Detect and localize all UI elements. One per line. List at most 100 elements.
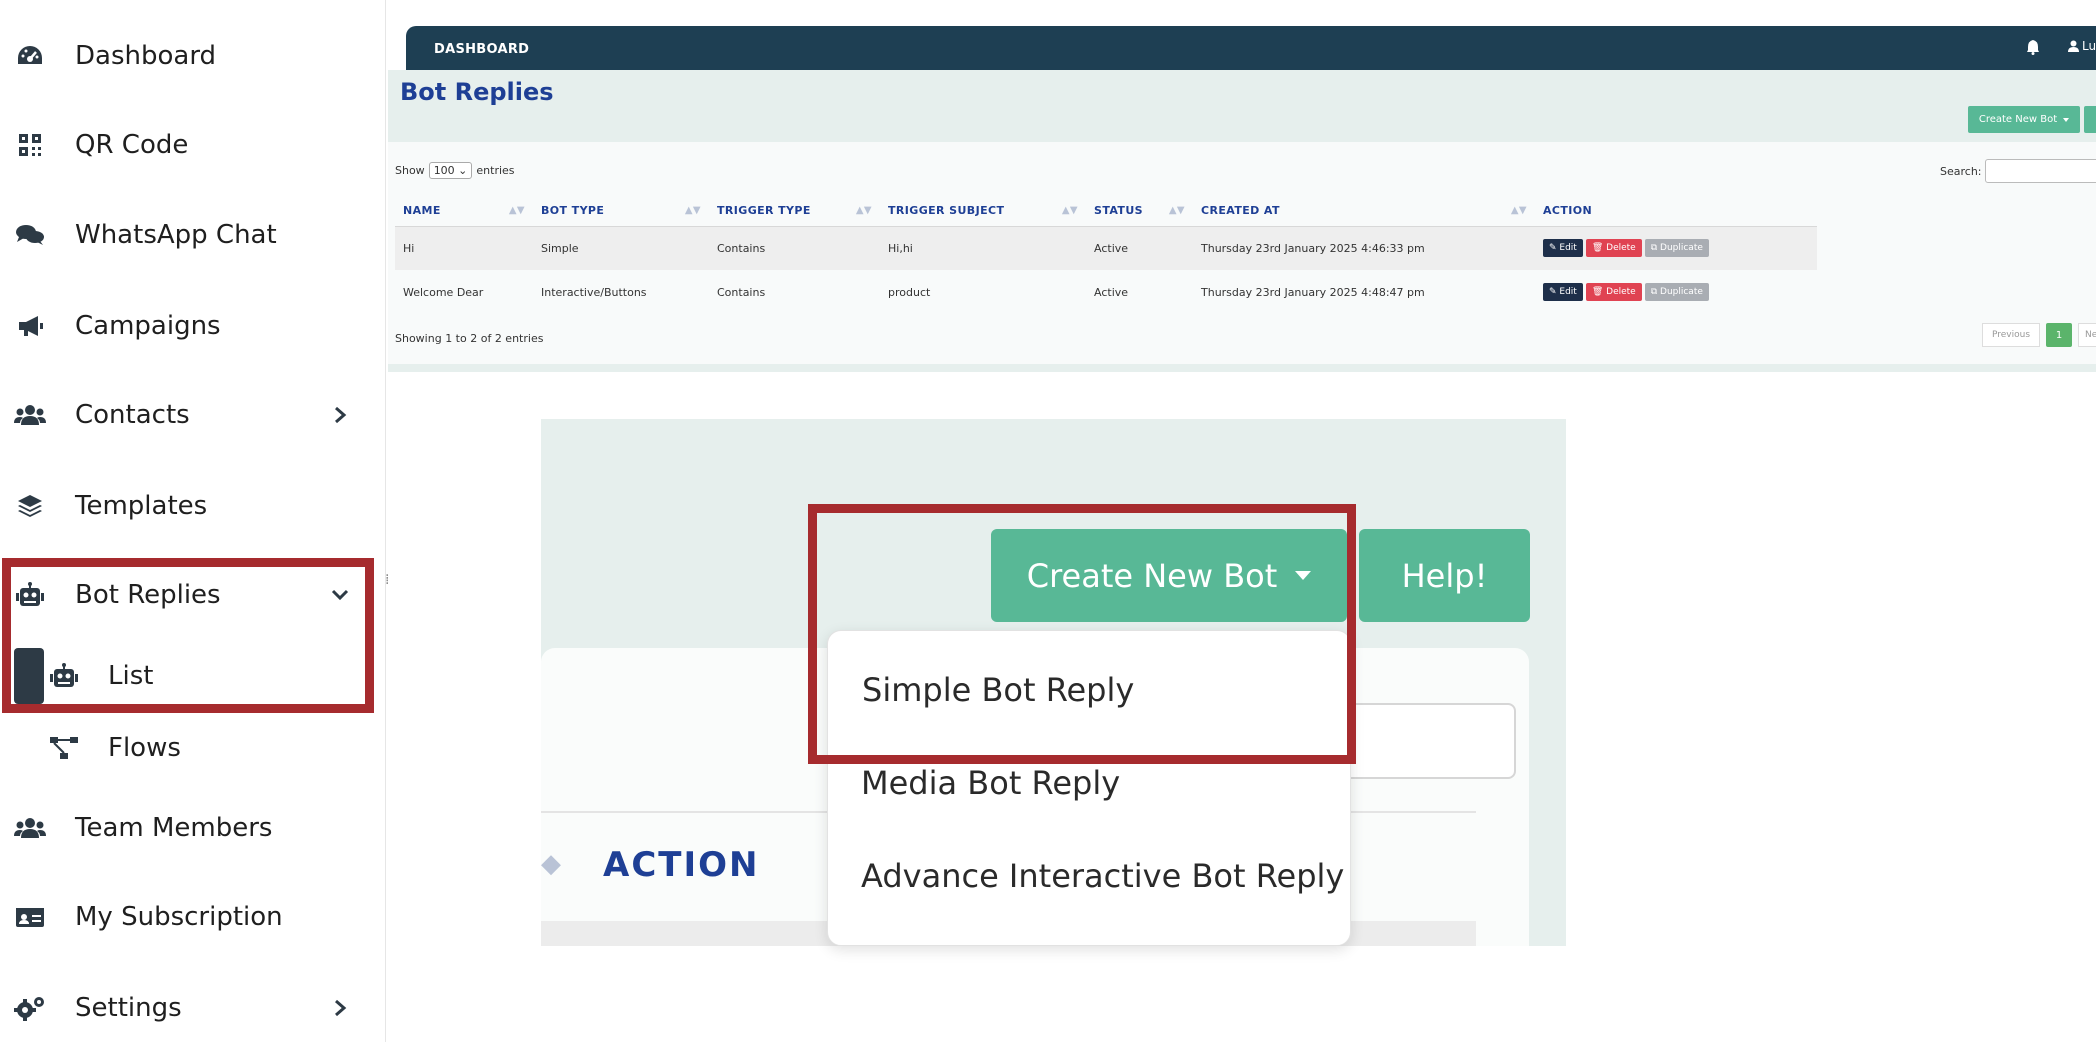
sidebar-collapse-handle[interactable]: ⁞ xyxy=(385,572,391,592)
sidebar-item-campaigns[interactable]: Campaigns xyxy=(0,296,386,356)
delete-button[interactable]: 🗑 Delete xyxy=(1585,283,1642,301)
users-icon xyxy=(14,399,46,431)
duplicate-button[interactable]: ⧉ Duplicate xyxy=(1644,283,1709,301)
layers-icon xyxy=(14,490,46,522)
sort-icon: ▲▼ xyxy=(1168,205,1185,216)
edit-label: Edit xyxy=(1559,243,1577,254)
cogs-icon xyxy=(14,992,46,1024)
sidebar-item-contacts[interactable]: Contacts xyxy=(0,385,386,445)
bell-icon[interactable] xyxy=(2026,39,2042,55)
sidebar: Dashboard QR Code WhatsApp Chat Campaign… xyxy=(0,0,386,1042)
cell-actions: ✎ Edit 🗑 Delete ⧉ Duplicate xyxy=(1535,270,1817,314)
duplicate-label: Duplicate xyxy=(1660,243,1703,254)
panel-divider xyxy=(388,364,2096,372)
cell-status: Active xyxy=(1094,285,1129,299)
sidebar-item-qr-code[interactable]: QR Code xyxy=(0,115,386,175)
bullhorn-icon xyxy=(14,310,46,342)
sidebar-item-label: Contacts xyxy=(75,400,190,430)
entries-select-value: 100 xyxy=(433,164,455,177)
help-button-zoomed[interactable]: Help! xyxy=(1359,529,1530,622)
sidebar-item-label: Templates xyxy=(75,491,208,521)
tachometer-icon xyxy=(14,40,46,72)
column-header-label: TRIGGER SUBJECT xyxy=(888,204,1005,218)
cell-status: Active xyxy=(1086,226,1193,270)
pagination-next[interactable]: Ne xyxy=(2078,323,2096,347)
column-header[interactable]: NAME ▲▼ xyxy=(395,196,533,227)
table-row: Welcome Dear Interactive/Buttons Contain… xyxy=(395,270,1817,314)
chevron-right-icon xyxy=(330,405,350,425)
show-prefix: Show xyxy=(395,164,425,177)
delete-label: Delete xyxy=(1606,243,1636,254)
chevron-right-icon xyxy=(330,998,350,1018)
sidebar-item-label: QR Code xyxy=(75,130,189,160)
delete-label: Delete xyxy=(1606,287,1636,297)
show-suffix: entries xyxy=(476,164,515,177)
sort-icon: ◆ xyxy=(541,849,561,879)
cell-bot-type: Simple xyxy=(533,226,709,270)
menu-item-advance-interactive-bot-reply[interactable]: Advance Interactive Bot Reply xyxy=(861,857,1344,895)
table-info: Showing 1 to 2 of 2 entries xyxy=(395,332,544,345)
table-header-row: NAME ▲▼ BOT TYPE ▲▼ TRIGGER TYPE ▲▼ TRIGGER… xyxy=(395,196,1817,227)
sidebar-item-label: Campaigns xyxy=(75,311,221,341)
breadcrumb[interactable]: DASHBOARD xyxy=(434,42,529,57)
column-header-label: CREATED AT xyxy=(1201,204,1280,218)
entries-select[interactable]: 100 ⌄ xyxy=(428,162,473,179)
duplicate-button[interactable]: ⧉ Duplicate xyxy=(1644,239,1709,258)
sidebar-item-label: My Subscription xyxy=(75,902,283,932)
sort-icon: ▲▼ xyxy=(855,205,872,216)
column-header-label: ACTION xyxy=(1543,204,1593,218)
sidebar-item-my-subscription[interactable]: My Subscription xyxy=(0,887,386,947)
page-title: Bot Replies xyxy=(400,78,554,106)
edit-button[interactable]: ✎ Edit xyxy=(1543,239,1583,258)
sidebar-item-label: Team Members xyxy=(75,813,273,843)
table-row: Hi Simple Contains Hi,hi Active Thursday… xyxy=(395,226,1817,270)
sidebar-item-label: WhatsApp Chat xyxy=(75,220,277,250)
sitemap-icon xyxy=(48,732,80,764)
column-header[interactable]: STATUS ▲▼ xyxy=(1086,196,1193,227)
cell-trigger-subject: Hi,hi xyxy=(880,226,1086,270)
cell-created-at: Thursday 23rd January 2025 4:46:33 pm xyxy=(1193,226,1535,270)
sidebar-subitem-label: Flows xyxy=(108,733,181,763)
sidebar-item-settings[interactable]: Settings xyxy=(0,978,386,1038)
cell-trigger-type: Contains xyxy=(709,226,880,270)
column-header[interactable]: TRIGGER TYPE ▲▼ xyxy=(709,196,880,227)
sidebar-item-templates[interactable]: Templates xyxy=(0,476,386,536)
dropdown-highlight-box xyxy=(808,504,1356,764)
column-header-label: STATUS xyxy=(1094,204,1143,218)
sidebar-highlight-box xyxy=(2,558,374,713)
sort-icon: ▲▼ xyxy=(684,205,701,216)
sidebar-item-label: Dashboard xyxy=(75,41,217,71)
sort-icon: ▲▼ xyxy=(508,205,525,216)
sidebar-item-dashboard[interactable]: Dashboard xyxy=(0,26,386,86)
zoom-action-header: ACTION xyxy=(603,845,760,885)
edit-label: Edit xyxy=(1559,287,1577,297)
sidebar-item-whatsapp-chat[interactable]: WhatsApp Chat xyxy=(0,205,386,265)
cell-trigger-type: Contains xyxy=(717,285,766,299)
edit-button[interactable]: ✎ Edit xyxy=(1543,283,1583,301)
create-new-bot-button[interactable]: Create New Bot xyxy=(1968,106,2080,133)
column-header: ACTION xyxy=(1535,196,1817,227)
sidebar-item-label: Settings xyxy=(75,993,182,1023)
duplicate-label: Duplicate xyxy=(1660,287,1703,297)
create-new-bot-label: Create New Bot xyxy=(1978,114,2058,125)
search-input[interactable] xyxy=(1985,159,2096,183)
column-header-label: BOT TYPE xyxy=(541,204,605,218)
help-button[interactable] xyxy=(2084,106,2096,133)
sidebar-item-team-members[interactable]: Team Members xyxy=(0,798,386,858)
user-name: Lux xyxy=(2082,39,2096,53)
menu-item-media-bot-reply[interactable]: Media Bot Reply xyxy=(861,764,1120,802)
column-header[interactable]: TRIGGER SUBJECT ▲▼ xyxy=(880,196,1086,227)
sort-icon: ▲▼ xyxy=(1061,205,1078,216)
search-label: Search: xyxy=(1940,165,1982,178)
pagination-previous[interactable]: Previous xyxy=(1982,323,2040,347)
column-header[interactable]: BOT TYPE ▲▼ xyxy=(533,196,709,227)
sidebar-subitem-flows[interactable]: Flows xyxy=(0,718,386,778)
column-header[interactable]: CREATED AT ▲▼ xyxy=(1193,196,1535,227)
show-entries: Show 100 ⌄ entries xyxy=(395,162,515,179)
delete-button[interactable]: 🗑 Delete xyxy=(1585,239,1642,258)
top-navbar: DASHBOARD Lux xyxy=(406,26,2096,70)
cell-bot-type: Interactive/Buttons xyxy=(541,285,647,299)
cell-trigger-subject: product xyxy=(888,285,931,299)
pagination-page-1[interactable]: 1 xyxy=(2046,323,2072,347)
user-menu[interactable]: Lux xyxy=(2068,39,2096,53)
